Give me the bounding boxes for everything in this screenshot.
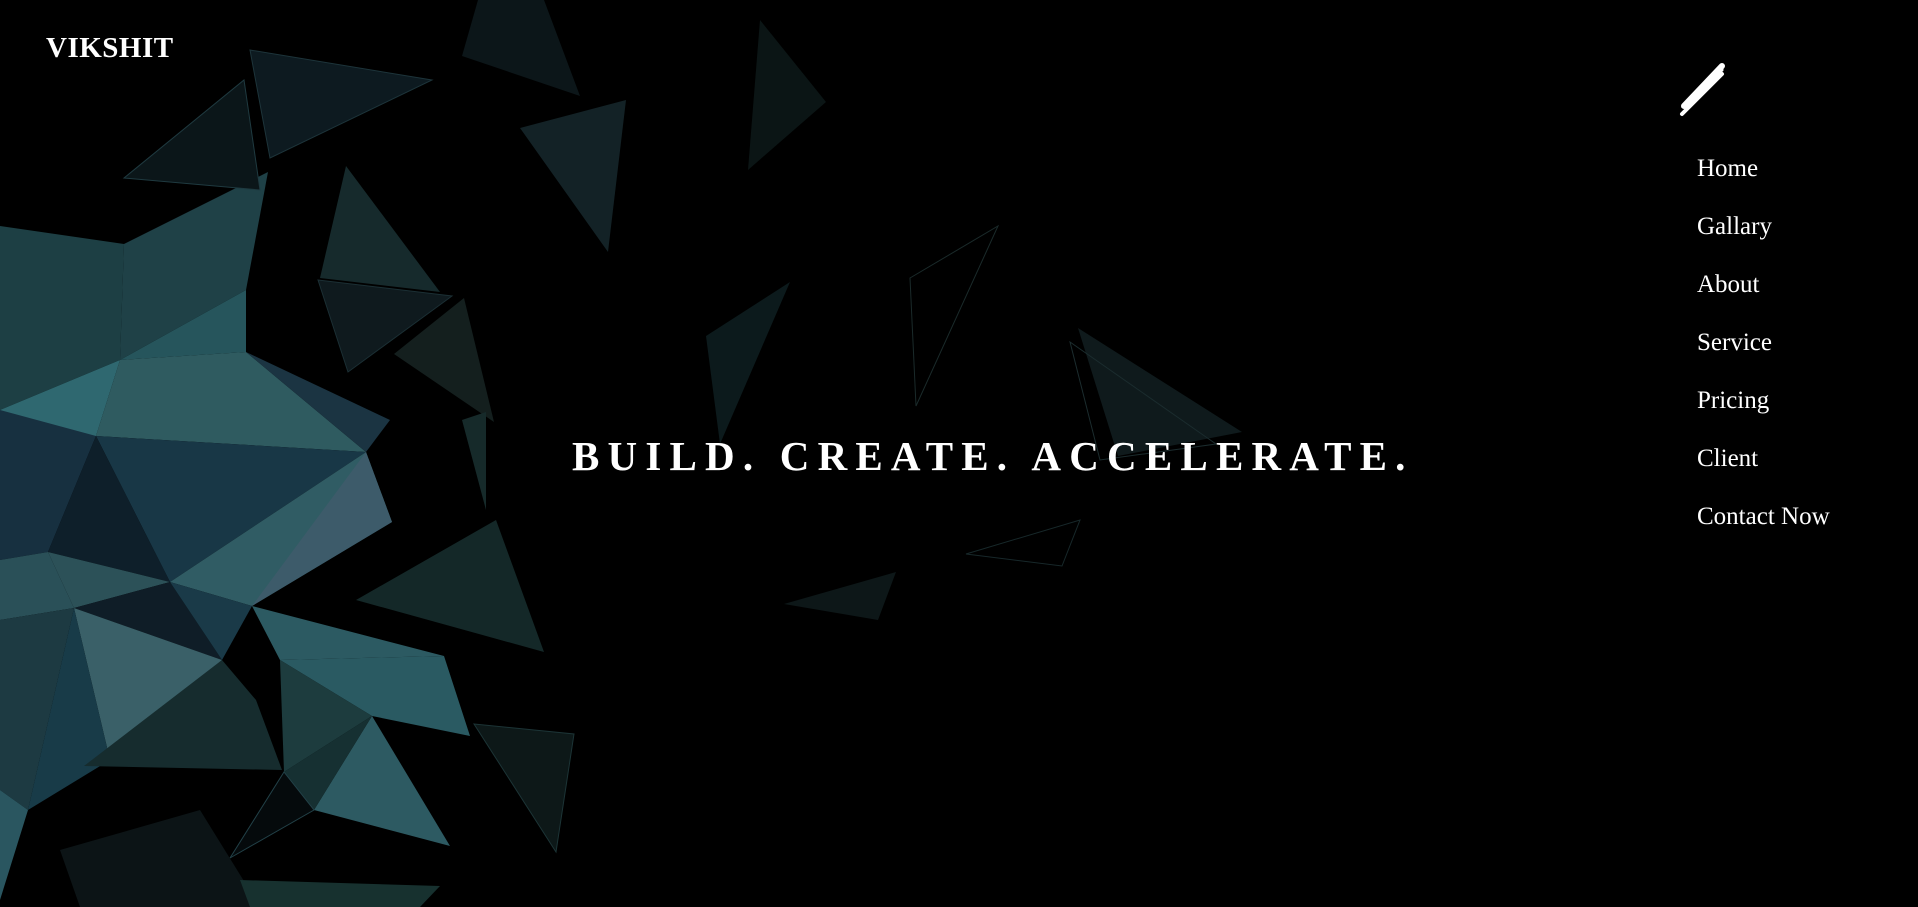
nav-item-home: Home bbox=[1697, 156, 1830, 214]
nav-link-contact-now[interactable]: Contact Now bbox=[1697, 504, 1830, 529]
nav-item-service: Service bbox=[1697, 330, 1830, 388]
pencil-icon bbox=[1680, 63, 1725, 116]
menu-toggle-button[interactable] bbox=[1678, 56, 1730, 120]
page: VIKSHIT BUILD. CREATE. ACCELERATE. Home … bbox=[0, 0, 1918, 907]
nav-link-pricing[interactable]: Pricing bbox=[1697, 388, 1769, 413]
site-logo[interactable]: VIKSHIT bbox=[46, 34, 174, 63]
nav-link-about[interactable]: About bbox=[1697, 272, 1760, 297]
hero-tagline: BUILD. CREATE. ACCELERATE. bbox=[572, 433, 1414, 479]
nav-item-client: Client bbox=[1697, 446, 1830, 504]
nav-item-contact-now: Contact Now bbox=[1697, 504, 1830, 562]
main-nav: Home Gallary About Service Pricing Clien… bbox=[1697, 156, 1830, 562]
nav-link-client[interactable]: Client bbox=[1697, 446, 1758, 471]
nav-link-home[interactable]: Home bbox=[1697, 156, 1758, 181]
nav-item-about: About bbox=[1697, 272, 1830, 330]
nav-item-pricing: Pricing bbox=[1697, 388, 1830, 446]
nav-item-gallary: Gallary bbox=[1697, 214, 1830, 272]
nav-link-service[interactable]: Service bbox=[1697, 330, 1772, 355]
nav-link-gallary[interactable]: Gallary bbox=[1697, 214, 1772, 239]
